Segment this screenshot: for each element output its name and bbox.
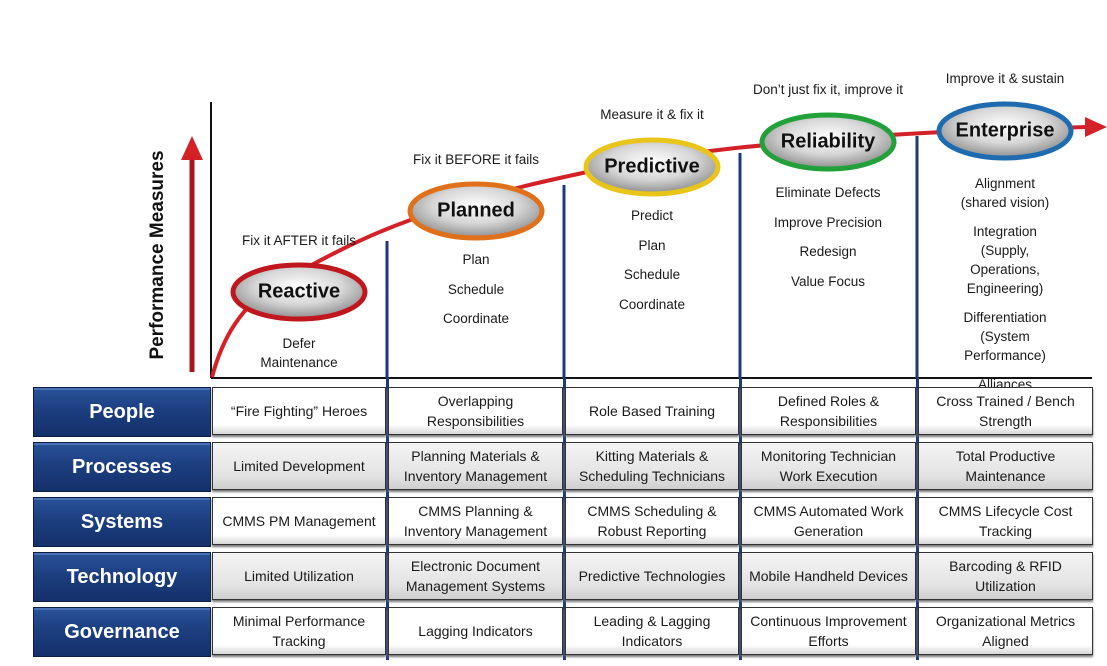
y-axis-label: Performance Measures [147, 150, 168, 360]
activity-item: Coordinate [618, 296, 686, 312]
stage-reliability-tagline: Don’t just fix it, improve it [752, 82, 904, 97]
performance-arrow-head-icon [181, 136, 203, 160]
activity-item: Alignment [974, 176, 1036, 191]
matrix-cell: CMMS Scheduling & Robust Reporting [565, 497, 739, 545]
stage-reliability-activities: Eliminate Defects Improve Precision Rede… [774, 185, 882, 303]
activity-item: Coordinate [442, 311, 510, 326]
matrix-cell: Defined Roles & Responsibilities [741, 387, 916, 435]
matrix-cell: Mobile Handheld Devices [741, 552, 916, 600]
matrix-row-people: People “Fire Fighting” Heroes Overlapping … [33, 387, 1093, 437]
matrix-cell: Continuous Improvement Efforts [741, 607, 916, 655]
activity-item: Integration [973, 224, 1037, 239]
matrix-cell: “Fire Fighting” Heroes [212, 387, 386, 435]
matrix-cell: Predictive Technologies [565, 552, 739, 600]
activity-item: (System Performance) [964, 329, 1046, 363]
matrix-cell: Kitting Materials & Scheduling Technicia… [565, 442, 739, 490]
matrix-cell: CMMS Lifecycle Cost Tracking [918, 497, 1093, 545]
maintenance-maturity-diagram: Performance Measures Reactive Planned Pr… [0, 0, 1107, 666]
activity-item: Plan [462, 252, 490, 267]
matrix-cell: CMMS Automated Work Generation [741, 497, 916, 545]
stage-planned-label: Planned [437, 199, 515, 222]
stage-reactive-tagline: Fix it AFTER it fails [241, 233, 357, 248]
matrix-cell: Minimal Performance Tracking [212, 607, 386, 655]
stage-enterprise-tagline: Improve it & sustain [945, 71, 1065, 86]
activity-item: (Supply, Operations, [970, 243, 1040, 277]
row-header: People [33, 387, 211, 437]
stage-reliability-label: Reliability [780, 130, 876, 153]
row-header: Technology [33, 552, 211, 602]
matrix-cell: Overlapping Responsibilities [388, 387, 563, 435]
stage-predictive-tagline: Measure it & fix it [600, 107, 704, 122]
stage-enterprise-activities: Alignment (shared vision) Integration (S… [954, 174, 1056, 394]
stage-predictive-label: Predictive [604, 155, 700, 178]
stage-reactive-label: Reactive [257, 280, 341, 303]
activity-item: Eliminate Defects [775, 185, 881, 200]
activity-item: Defer [282, 336, 316, 351]
activity-item: Schedule [447, 281, 505, 297]
activity-item: Value Focus [790, 273, 866, 289]
row-header: Processes [33, 442, 211, 492]
matrix-cell: Limited Utilization [212, 552, 386, 600]
matrix-row-technology: Technology Limited Utilization Electronic … [33, 552, 1093, 602]
matrix-cell: Role Based Training [565, 387, 739, 435]
matrix-cell: Total Productive Maintenance [918, 442, 1093, 490]
matrix-cell: Planning Materials & Inventory Managemen… [388, 442, 563, 490]
matrix-cell: Monitoring Technician Work Execution [741, 442, 916, 490]
matrix-cell: Limited Development [212, 442, 386, 490]
activity-item: Redesign [799, 244, 857, 259]
matrix-cell: Barcoding & RFID Utilization [918, 552, 1093, 600]
activity-item: Improve Precision [773, 214, 883, 230]
curve-arrow-head-icon [1085, 117, 1107, 137]
matrix-cell: CMMS PM Management [212, 497, 386, 545]
stage-planned-tagline: Fix it BEFORE it fails [412, 152, 540, 167]
stage-predictive-activities: Predict Plan Schedule Coordinate [619, 208, 685, 326]
activity-item: Plan [638, 237, 666, 253]
activity-item: Predict [630, 208, 674, 223]
matrix-row-processes: Processes Limited Development Planning Mat… [33, 442, 1093, 492]
matrix-cell: CMMS Planning & Inventory Management [388, 497, 563, 545]
stage-enterprise-label: Enterprise [955, 119, 1055, 142]
matrix-row-systems: Systems CMMS PM Management CMMS Planning &… [33, 497, 1093, 547]
activity-item: (shared vision) [960, 195, 1050, 210]
matrix-cell: Electronic Document Management Systems [388, 552, 563, 600]
matrix-cell: Lagging Indicators [388, 607, 563, 655]
row-header: Governance [33, 607, 211, 657]
matrix-cell: Organizational Metrics Aligned [918, 607, 1093, 655]
matrix-cell: Cross Trained / Bench Strength [918, 387, 1093, 435]
matrix-row-governance: Governance Minimal Performance Tracking La… [33, 607, 1093, 657]
activity-item: Engineering) [966, 281, 1044, 296]
activity-item: Schedule [623, 267, 681, 282]
row-header: Systems [33, 497, 211, 547]
stage-reactive-activities: Defer Maintenance [260, 334, 337, 372]
matrix-cell: Leading & Lagging Indicators [565, 607, 739, 655]
stage-planned-activities: Plan Schedule Coordinate [443, 252, 509, 341]
activity-item: Differentiation [963, 310, 1047, 325]
activity-item: Maintenance [260, 355, 338, 370]
